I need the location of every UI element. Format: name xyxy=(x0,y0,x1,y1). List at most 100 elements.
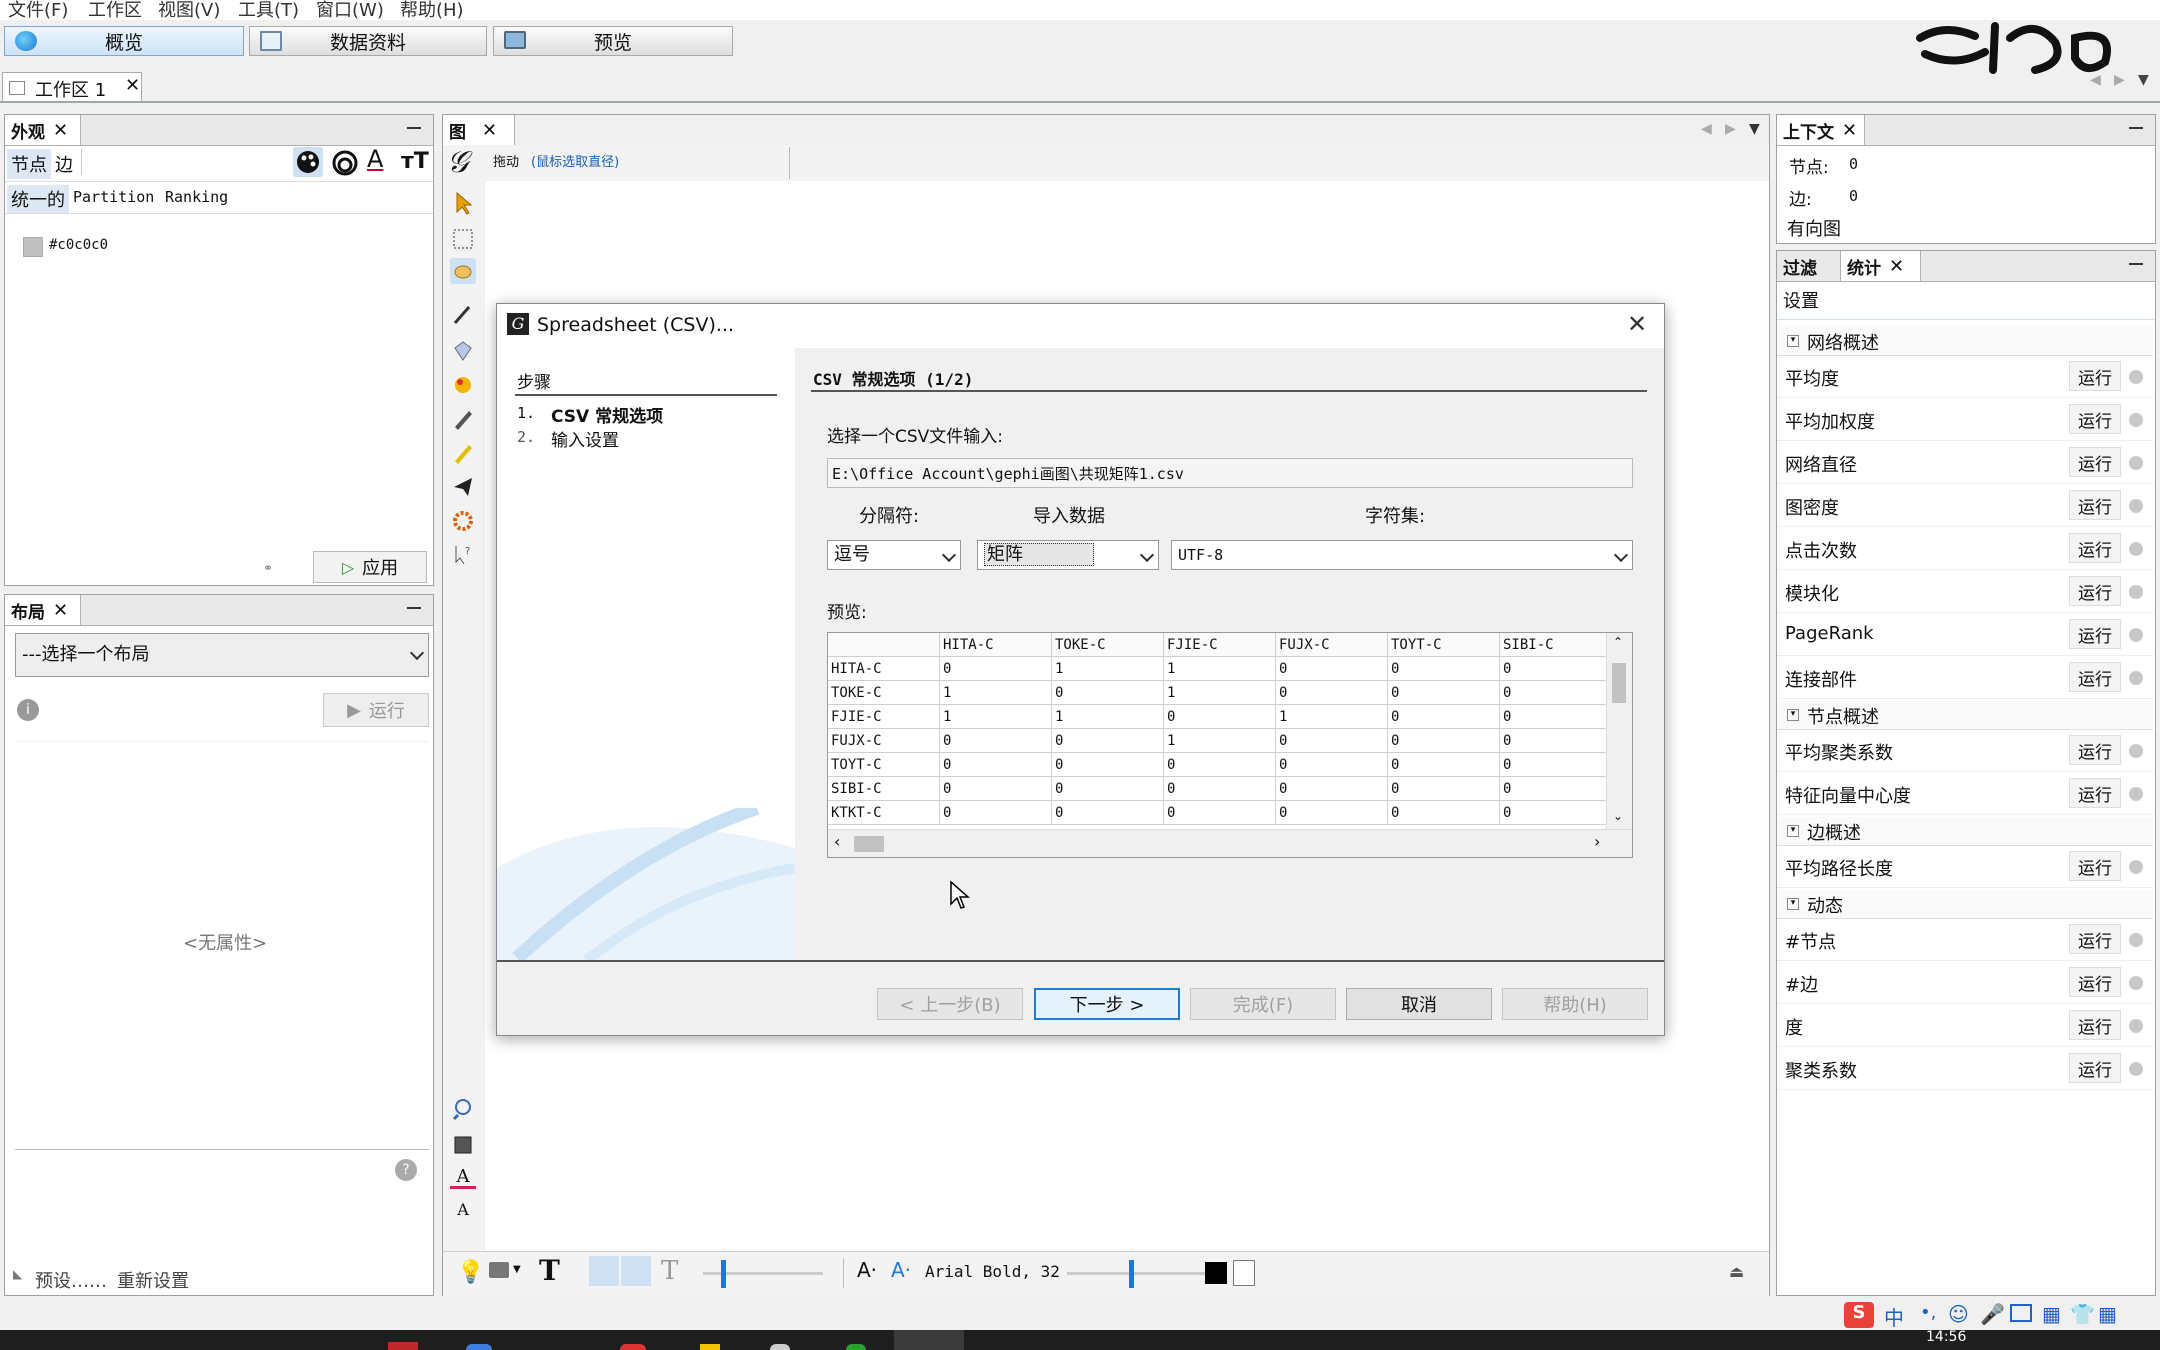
scroll-right-icon[interactable]: ▶ xyxy=(1725,121,1736,137)
help-button[interactable]: 帮助(H) xyxy=(1502,988,1648,1020)
cancel-button[interactable]: 取消 xyxy=(1346,988,1492,1020)
punctuation-icon[interactable]: •, xyxy=(1920,1302,1936,1323)
close-icon[interactable]: ✕ xyxy=(53,600,68,621)
stats-section[interactable]: ▾ 动态 xyxy=(1777,890,2153,919)
drag-tool-button[interactable] xyxy=(450,258,476,284)
color-swatch[interactable] xyxy=(23,237,43,257)
font-size-slider[interactable] xyxy=(1067,1272,1207,1275)
edge-line-icon[interactable] xyxy=(589,1256,619,1286)
eject-icon[interactable]: ⏏ xyxy=(1729,1262,1744,1281)
minimize-icon[interactable] xyxy=(407,607,421,609)
keyboard-icon[interactable] xyxy=(2010,1304,2032,1322)
sogou-ime-icon[interactable]: S xyxy=(1844,1302,1874,1328)
collapse-icon[interactable]: ▾ xyxy=(1787,335,1799,347)
diamond-icon[interactable] xyxy=(450,338,476,364)
close-icon[interactable]: ✕ xyxy=(1889,256,1904,277)
stats-section[interactable]: ▾ 节点概述 xyxy=(1777,701,2153,730)
status-dot-icon[interactable] xyxy=(2129,585,2143,599)
preview-table[interactable]: HITA-C TOKE-C FJIE-C FUJX-C TOYT-C SIBI-C HITA… xyxy=(827,632,1633,858)
apply-button[interactable]: ▷ 应用 xyxy=(313,551,427,583)
scroll-left-icon[interactable]: ◀ xyxy=(1701,121,1712,137)
edge-label-icon[interactable]: T xyxy=(661,1256,678,1286)
label-color-swatch[interactable] xyxy=(1205,1262,1227,1284)
status-dot-icon[interactable] xyxy=(2129,370,2143,384)
size-mode-button[interactable] xyxy=(331,149,359,182)
taskbar-app-icon[interactable] xyxy=(388,1342,418,1350)
finish-button[interactable]: 完成(F) xyxy=(1190,988,1336,1020)
toolbox-icon[interactable]: ▦ xyxy=(2042,1302,2061,1326)
label-size-icon[interactable]: тT xyxy=(401,149,429,174)
next-button[interactable]: 下一步 > xyxy=(1034,988,1180,1020)
data-laboratory-button[interactable]: 数据资料 xyxy=(249,26,487,56)
status-dot-icon[interactable] xyxy=(2129,933,2143,947)
info-icon[interactable]: i xyxy=(17,699,39,721)
minimize-icon[interactable] xyxy=(2129,263,2143,265)
zoom-icon[interactable] xyxy=(450,1096,476,1122)
label-color-icon[interactable]: A xyxy=(367,145,383,173)
workspace-tab[interactable]: 工作区 1 ✕ xyxy=(2,72,142,102)
partition-mode-tab[interactable]: Partition xyxy=(73,188,154,206)
stats-section[interactable]: ▾ 边概述 xyxy=(1777,817,2153,846)
preview-mode-button[interactable]: 预览 xyxy=(493,26,733,56)
status-dot-icon[interactable] xyxy=(2129,671,2143,685)
brush-icon[interactable] xyxy=(450,302,476,328)
screenshot-icon[interactable] xyxy=(489,1262,509,1278)
settings-row[interactable]: 设置 xyxy=(1777,281,2155,320)
scrollbar-thumb[interactable] xyxy=(1612,663,1626,703)
close-icon[interactable]: ✕ xyxy=(482,120,497,141)
color-mode-button[interactable] xyxy=(293,147,323,177)
collapse-icon[interactable]: ▾ xyxy=(1787,825,1799,837)
status-dot-icon[interactable] xyxy=(2129,1062,2143,1076)
chevron-down-icon[interactable]: ⌄ xyxy=(1613,809,1623,823)
label-font-icon[interactable]: A xyxy=(450,1200,476,1226)
text-icon[interactable]: T xyxy=(539,1254,560,1287)
status-dot-icon[interactable] xyxy=(2129,413,2143,427)
overview-mode-button[interactable]: 概览 xyxy=(4,26,244,56)
background-color-icon[interactable] xyxy=(450,1132,476,1158)
collapse-icon[interactable]: ▾ xyxy=(1787,709,1799,721)
filter-tab[interactable]: 过滤 xyxy=(1777,251,1841,281)
taskbar-app-icon[interactable] xyxy=(846,1344,866,1350)
stats-run-button[interactable]: 运行 xyxy=(2069,662,2121,692)
horizontal-scrollbar[interactable]: ‹ › xyxy=(828,829,1632,857)
menu-help[interactable]: 帮助(H) xyxy=(400,0,464,22)
status-dot-icon[interactable] xyxy=(2129,542,2143,556)
stats-run-button[interactable]: 运行 xyxy=(2069,1010,2121,1040)
skin-icon[interactable]: 👕 xyxy=(2070,1302,2095,1326)
font-size-slider-handle[interactable] xyxy=(1129,1260,1134,1288)
edges-tab[interactable]: 边 xyxy=(55,151,73,177)
taskbar-app-icon[interactable] xyxy=(466,1344,492,1350)
chevron-down-icon[interactable]: ▼ xyxy=(513,1264,521,1275)
pencil-icon[interactable] xyxy=(450,406,476,432)
stats-run-button[interactable]: 运行 xyxy=(2069,576,2121,606)
menu-file[interactable]: 文件(F) xyxy=(8,0,68,22)
close-icon[interactable]: ✕ xyxy=(1627,310,1647,338)
status-dot-icon[interactable] xyxy=(2129,456,2143,470)
collapse-icon[interactable]: ▾ xyxy=(1787,898,1799,910)
vertical-scrollbar[interactable]: ⌃ ⌄ xyxy=(1606,633,1632,829)
presets-button[interactable]: 预设…… xyxy=(35,1267,107,1293)
status-dot-icon[interactable] xyxy=(2129,787,2143,801)
font-color-icon[interactable]: A· xyxy=(891,1258,911,1282)
edge-color-icon[interactable] xyxy=(621,1256,651,1286)
font-size-icon[interactable]: A· xyxy=(857,1258,877,1282)
menu-workspace[interactable]: 工作区 xyxy=(88,0,142,22)
gear-icon[interactable] xyxy=(450,508,476,534)
stats-run-button[interactable]: 运行 xyxy=(2069,735,2121,765)
tab-menu-icon[interactable]: ▼ xyxy=(2138,72,2149,88)
menu-icon[interactable]: ▼ xyxy=(1749,121,1760,137)
microphone-icon[interactable]: 🎤 xyxy=(1980,1302,2005,1326)
reset-button[interactable]: 重新设置 xyxy=(117,1267,189,1293)
nodes-tab[interactable]: 节点 xyxy=(7,149,51,179)
close-icon[interactable]: ✕ xyxy=(1842,120,1857,141)
stats-run-button[interactable]: 运行 xyxy=(2069,778,2121,808)
menu-view[interactable]: 视图(V) xyxy=(158,0,220,22)
statistics-tab[interactable]: 统计 ✕ xyxy=(1841,251,1921,281)
layout-select[interactable]: ---选择一个布局 xyxy=(15,633,429,677)
rectangle-select-icon[interactable] xyxy=(450,226,476,252)
scrollbar-thumb[interactable] xyxy=(854,836,884,852)
stats-run-button[interactable]: 运行 xyxy=(2069,404,2121,434)
clipboard-icon[interactable] xyxy=(1233,1260,1255,1286)
link-icon[interactable]: ⚭ xyxy=(263,561,273,575)
stats-run-button[interactable]: 运行 xyxy=(2069,967,2121,997)
